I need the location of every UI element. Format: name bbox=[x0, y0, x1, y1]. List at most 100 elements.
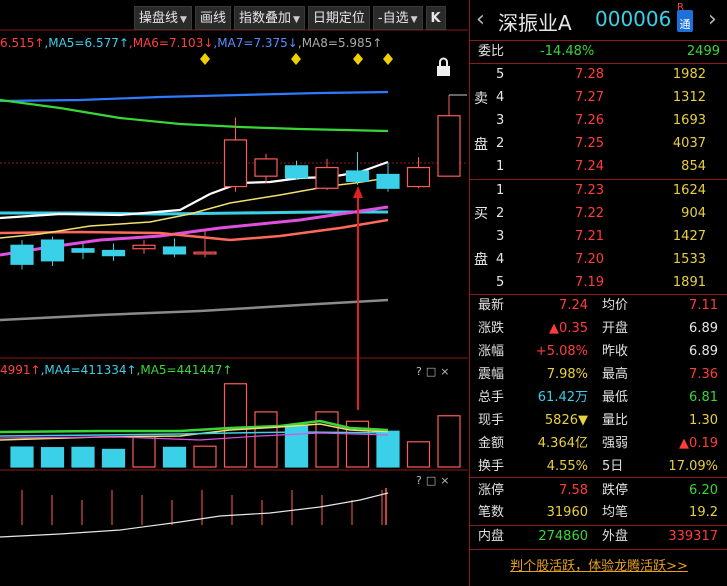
avg-trade-label: 均笔 bbox=[602, 505, 629, 520]
stat-row: 涨幅 +5.08% 昨收 6.89 bbox=[470, 341, 727, 363]
stat-v2: 17.09% bbox=[668, 459, 718, 474]
sell-vol: 1693 bbox=[672, 113, 706, 128]
dropdown-caret-icon: ▼ bbox=[180, 15, 187, 25]
stat-l1: 金额 bbox=[478, 436, 505, 451]
divider bbox=[470, 477, 727, 478]
sell-price: 7.26 bbox=[575, 113, 604, 128]
buy-level-row[interactable]: 2 7.22 904 bbox=[470, 203, 727, 225]
buy-level-row[interactable]: 3 7.21 1427 bbox=[470, 226, 727, 248]
weibi-value: -14.48% bbox=[540, 44, 595, 59]
toolbar-button-0[interactable]: 操盘线 ▼ bbox=[134, 6, 192, 30]
buy-level: 5 bbox=[496, 275, 505, 290]
volume-bar bbox=[162, 446, 187, 468]
stat-l2: 开盘 bbox=[602, 321, 629, 336]
toolbar-button-5[interactable]: K bbox=[425, 6, 446, 30]
stat-l1: 涨幅 bbox=[478, 344, 505, 359]
stat-l1: 总手 bbox=[478, 390, 505, 405]
volume-bar bbox=[193, 445, 217, 468]
buy-vol: 1427 bbox=[672, 229, 706, 244]
toolbar-button-4[interactable]: -自选 ▼ bbox=[372, 6, 423, 30]
ma-legend-item: ,MA7=7.375↓ bbox=[213, 36, 298, 50]
buy-level: 4 bbox=[496, 252, 505, 267]
trades-row: 笔数 31960 均笔 19.2 bbox=[470, 502, 727, 524]
candle-body bbox=[132, 244, 156, 250]
stat-v2: 6.89 bbox=[689, 321, 718, 336]
inner-label: 内盘 bbox=[478, 529, 505, 544]
sell-vol: 1312 bbox=[672, 90, 706, 105]
trades-label: 笔数 bbox=[478, 505, 505, 520]
volume-panel-controls[interactable]: ?□× bbox=[416, 365, 453, 378]
toolbar-button-3[interactable]: 日期定位 bbox=[307, 6, 370, 30]
weibi-label: 委比 bbox=[478, 44, 505, 59]
inner-value: 274860 bbox=[538, 529, 588, 544]
buy-level-row[interactable]: 4 7.20 1533 bbox=[470, 249, 727, 271]
outer-label: 外盘 bbox=[602, 529, 629, 544]
limit-up-label: 涨停 bbox=[478, 483, 505, 498]
sell-level-row[interactable]: 3 7.26 1693 bbox=[470, 110, 727, 132]
badge-label: 通 bbox=[679, 18, 691, 31]
toolbar-button-label: 操盘线 bbox=[139, 11, 179, 26]
ma-legend-item: ,MA8=5.985↑ bbox=[297, 36, 383, 50]
stat-row: 总手 61.42万 最低 6.81 bbox=[470, 387, 727, 409]
ma-legend-item: 6.515↑ bbox=[0, 36, 45, 50]
buy-price: 7.19 bbox=[575, 275, 604, 290]
limit-row: 涨停 7.58 跌停 6.20 bbox=[470, 480, 727, 502]
candle-body bbox=[437, 115, 461, 177]
promo-link[interactable]: 判个股活跃，体验龙腾活跃>> bbox=[470, 552, 727, 582]
toolbar-button-label: 指数叠加 bbox=[238, 11, 291, 26]
next-stock-button[interactable]: › bbox=[708, 7, 717, 32]
stat-l1: 涨跌 bbox=[478, 321, 505, 336]
buy-level-row[interactable]: 1 7.23 1624 bbox=[470, 180, 727, 202]
divider bbox=[470, 549, 727, 550]
trades-value: 31960 bbox=[546, 505, 588, 520]
stat-row: 金额 4.364亿 强弱 ▲0.19 bbox=[470, 433, 727, 455]
indicator-panel-controls[interactable]: ?□× bbox=[416, 474, 453, 487]
volume-bar bbox=[406, 441, 431, 468]
candle-body bbox=[162, 246, 187, 255]
sell-level-row[interactable]: 4 7.27 1312 bbox=[470, 87, 727, 109]
buy-side-label-1: 买 bbox=[474, 206, 488, 222]
candle-body bbox=[254, 158, 278, 177]
kline-chart[interactable]: 7.36 bbox=[0, 0, 468, 586]
sell-level-row[interactable]: 2 7.25 4037 bbox=[470, 133, 727, 155]
sell-vol: 854 bbox=[681, 159, 706, 174]
stat-l1: 震幅 bbox=[478, 367, 505, 382]
badge-r-label: R bbox=[677, 2, 684, 13]
sell-price: 7.24 bbox=[575, 159, 604, 174]
sell-price: 7.27 bbox=[575, 90, 604, 105]
sell-vol: 4037 bbox=[672, 136, 706, 151]
buy-vol: 1533 bbox=[672, 252, 706, 267]
candle-body bbox=[101, 249, 126, 257]
buy-level: 2 bbox=[496, 206, 505, 221]
ma-legend-item: ,MA6=7.103↓ bbox=[128, 36, 214, 50]
outer-value: 339317 bbox=[668, 529, 718, 544]
quote-header: ‹ 深振业A 000006 R通 › bbox=[470, 0, 727, 40]
stat-l2: 强弱 bbox=[602, 436, 629, 451]
stat-row: 现手 5826▼ 量比 1.30 bbox=[470, 410, 727, 432]
chart-toolbar: 操盘线 ▼ 画线 指数叠加 ▼ 日期定位 -自选 ▼ K bbox=[134, 6, 446, 30]
candle-body bbox=[345, 170, 370, 182]
buy-vol: 1624 bbox=[672, 183, 706, 198]
candle-body bbox=[40, 239, 65, 262]
stat-l2: 量比 bbox=[602, 413, 629, 428]
volume-bar bbox=[101, 448, 126, 468]
toolbar-button-1[interactable]: 画线 bbox=[194, 6, 231, 30]
inout-row: 内盘 274860 外盘 339317 bbox=[470, 526, 727, 548]
event-marker-icon bbox=[200, 53, 210, 65]
buy-price: 7.22 bbox=[575, 206, 604, 221]
candle-body bbox=[193, 251, 217, 255]
buy-vol: 1891 bbox=[672, 275, 706, 290]
stat-l2: 均价 bbox=[602, 298, 629, 313]
connect-badge-icon[interactable]: R通 bbox=[677, 3, 693, 32]
prev-stock-button[interactable]: ‹ bbox=[476, 7, 485, 32]
buy-level-row[interactable]: 5 7.19 1891 bbox=[470, 272, 727, 294]
stat-v2: 6.81 bbox=[689, 390, 718, 405]
stat-v1: 61.42万 bbox=[537, 390, 588, 405]
sell-level-row[interactable]: 1 7.24 854 bbox=[470, 156, 727, 178]
kline-chart-area[interactable]: 7.36 操盘线▼画线指数叠加▼日期定位-自选▼K 6.515↑,MA5=6.5… bbox=[0, 0, 468, 586]
indicator-line bbox=[0, 492, 389, 538]
buy-level: 1 bbox=[496, 183, 505, 198]
sell-level-row[interactable]: 5 7.28 1982 bbox=[470, 64, 727, 86]
stat-v2: ▲0.19 bbox=[679, 436, 718, 451]
toolbar-button-2[interactable]: 指数叠加 ▼ bbox=[233, 6, 305, 30]
